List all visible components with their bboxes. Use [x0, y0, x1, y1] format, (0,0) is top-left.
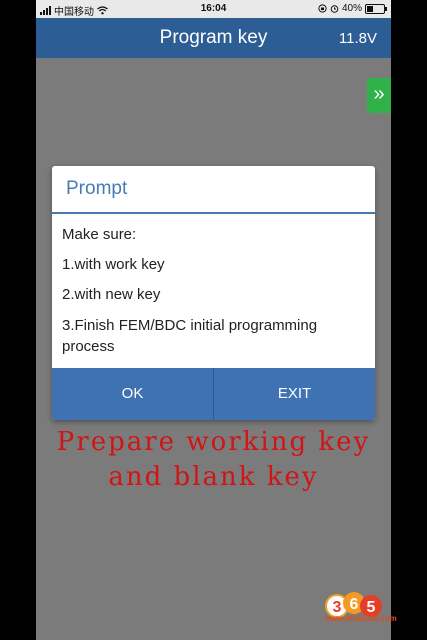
- battery-voltage: 11.8V: [338, 30, 377, 47]
- side-expand-tab[interactable]: »: [367, 78, 391, 113]
- prompt-dialog: Prompt Make sure: 1.with work key 2.with…: [52, 166, 375, 420]
- chevron-double-right-icon: »: [373, 83, 385, 105]
- status-bar: 中国移动 16:04 40%: [36, 0, 391, 18]
- overlay-caption-line1: Prepare working key: [56, 427, 371, 457]
- rotation-lock-icon: [318, 4, 327, 13]
- dialog-line: 3.Finish FEM/BDC initial programming pro…: [62, 317, 318, 355]
- dialog-line: Make sure:: [62, 226, 137, 243]
- status-right: 40%: [318, 3, 387, 14]
- overlay-caption-line2: and blank key: [108, 462, 319, 492]
- exit-button[interactable]: EXIT: [213, 368, 375, 420]
- page-title: Program key: [159, 27, 268, 48]
- logo-digit: 6: [350, 596, 359, 613]
- dialog-button-bar: OK EXIT: [52, 368, 375, 420]
- battery-icon: [365, 3, 387, 14]
- obdii365-logo: 3 6 5: [325, 592, 382, 618]
- title-bar: Program key 11.8V: [36, 18, 391, 58]
- alarm-icon: [330, 5, 339, 13]
- battery-percent: 40%: [341, 3, 362, 14]
- dialog-line: 2.with new key: [62, 286, 161, 303]
- watermark-url: www.obdii365.com: [325, 614, 397, 623]
- dialog-line: 1.with work key: [62, 256, 165, 273]
- battery-fill: [367, 5, 373, 12]
- dialog-divider: [52, 212, 375, 214]
- ok-button[interactable]: OK: [52, 368, 213, 420]
- dialog-title: Prompt: [66, 178, 128, 199]
- app-screen: 中国移动 16:04 40% Program key 11.8V » Promp…: [36, 0, 391, 640]
